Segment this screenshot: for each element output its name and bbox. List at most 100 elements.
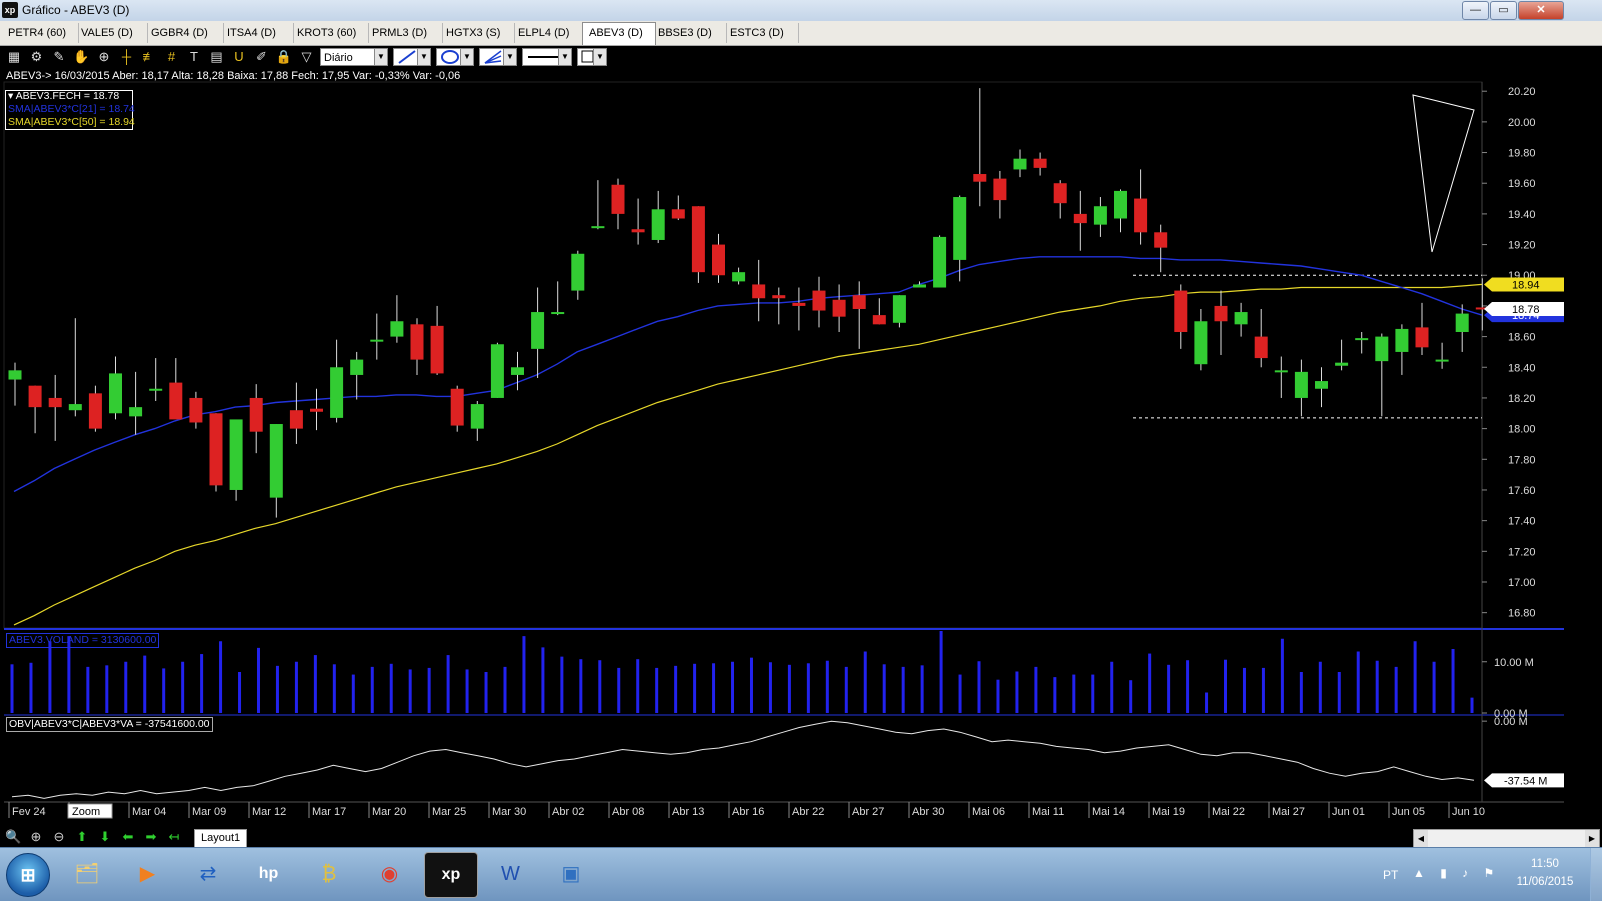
candle-body <box>169 382 183 420</box>
candle-body <box>310 408 323 412</box>
candle-body <box>289 410 303 429</box>
back-arrow-icon[interactable]: ↤ <box>166 829 182 845</box>
candle-body <box>1274 370 1288 373</box>
date-label: Abr 13 <box>672 806 704 818</box>
layout-tab[interactable]: Layout1 <box>194 829 248 848</box>
legend-bullet-icon: ▾ <box>8 90 14 102</box>
candle-body <box>1214 305 1228 322</box>
price-tick-label: 17.20 <box>1508 546 1536 558</box>
candle-body <box>88 393 102 429</box>
candle-body <box>149 388 163 391</box>
xp-icon[interactable]: xp <box>424 852 478 898</box>
candle-body <box>390 321 404 337</box>
candle-body <box>229 419 243 490</box>
start-button[interactable]: ⊞ <box>6 853 50 897</box>
candle-body <box>68 404 82 411</box>
candle-body <box>1154 232 1168 248</box>
down-arrow-icon[interactable]: ⬇ <box>97 829 113 845</box>
scroll-right-icon[interactable]: ▶ <box>1585 830 1599 847</box>
date-label: Mar 12 <box>252 806 286 818</box>
finance-icon[interactable]: ₿ <box>303 852 355 896</box>
price-tick-label: 17.40 <box>1508 516 1536 528</box>
price-tick-label: 20.20 <box>1508 86 1536 98</box>
zoom-out-icon[interactable]: ⊖ <box>51 829 67 845</box>
candle-body <box>1033 158 1047 168</box>
candle-body <box>470 404 484 429</box>
date-label: Abr 08 <box>612 806 644 818</box>
candle-body <box>1013 158 1027 170</box>
windows-taskbar: ⊞ PT ▲ ▮ ♪ ⚑ 11:50 11/06/2015 🗂 ▶ ⇄ hp ₿ ◉ xp W… <box>0 847 1602 901</box>
network-icon[interactable]: ⇄ <box>182 852 234 896</box>
show-desktop-button[interactable] <box>1590 848 1602 901</box>
candle-body <box>551 312 565 315</box>
legend-sma50: SMA|ABEV3*C[50] = 18.94 <box>8 116 135 128</box>
price-tick-label: 18.60 <box>1508 332 1536 344</box>
up-arrow-icon[interactable]: ⬆ <box>74 829 90 845</box>
obv-badge: -37.54 M <box>1504 775 1547 787</box>
price-tick-label: 16.80 <box>1508 608 1536 620</box>
candle-body <box>591 226 605 229</box>
date-label: Mar 20 <box>372 806 406 818</box>
price-tick-label: 17.00 <box>1508 577 1536 589</box>
candle-body <box>1415 327 1429 348</box>
scroll-left-icon[interactable]: ◀ <box>1414 830 1428 847</box>
candle-body <box>691 206 705 273</box>
candle-body <box>953 197 967 260</box>
candle-body <box>490 344 504 398</box>
candle-body <box>350 359 364 375</box>
candle-body <box>209 413 223 486</box>
chrome-icon[interactable]: ◉ <box>364 852 416 896</box>
chart-area[interactable]: 20.2020.0019.8019.6019.4019.2019.0018.80… <box>0 0 1602 900</box>
system-tray[interactable]: ▲ ▮ ♪ ⚑ <box>1413 866 1500 880</box>
candle-body <box>109 373 122 414</box>
obv-tick-label: 0.00 M <box>1494 716 1528 728</box>
candle-body <box>1254 336 1268 359</box>
media-player-icon[interactable]: ▶ <box>122 852 174 896</box>
price-tick-label: 18.00 <box>1508 424 1536 436</box>
price-tick-label: 18.20 <box>1508 393 1536 405</box>
candle-body <box>1234 312 1248 325</box>
left-arrow-icon[interactable]: ⬅ <box>120 829 136 845</box>
legend-sma21: SMA|ABEV3*C[21] = 18.74 <box>8 103 135 115</box>
candle-body <box>1355 338 1369 341</box>
candle-body <box>651 209 665 240</box>
candle-body <box>772 295 786 299</box>
zoom-icon[interactable]: 🔍 <box>5 829 21 845</box>
date-label: Mar 04 <box>132 806 166 818</box>
price-tick-label: 19.20 <box>1508 240 1536 252</box>
date-label: Mai 06 <box>972 806 1005 818</box>
word-icon[interactable]: W <box>485 852 537 896</box>
candle-body <box>28 385 42 408</box>
candle-body <box>450 388 464 426</box>
candle-body <box>933 236 947 288</box>
date-label: Mar 17 <box>312 806 346 818</box>
candle-body <box>129 407 143 417</box>
price-tick-label: 19.80 <box>1508 148 1536 160</box>
date-label: Mar 25 <box>432 806 466 818</box>
date-label: Abr 27 <box>852 806 884 818</box>
candle-body <box>1194 321 1208 365</box>
candle-body <box>1395 328 1409 352</box>
triangle-annotation <box>1412 94 1475 253</box>
horizontal-scrollbar[interactable]: ◀ ▶ <box>1413 829 1600 848</box>
candle-body <box>1315 381 1328 389</box>
hp-icon[interactable]: hp <box>243 852 295 896</box>
zoom-in-icon[interactable]: ⊕ <box>28 829 44 845</box>
date-label: Jun 05 <box>1392 806 1425 818</box>
system-clock[interactable]: 11:50 11/06/2015 <box>1510 855 1580 891</box>
candle-body <box>812 290 826 311</box>
volume-tick-label: 10.00 M <box>1494 657 1534 669</box>
candle-body <box>671 209 685 219</box>
legend-close: ▾ ABEV3.FECH = 18.78 <box>6 90 121 103</box>
candle-body <box>571 253 585 291</box>
image-viewer-icon[interactable]: ▣ <box>545 852 597 896</box>
candle-body <box>611 184 625 214</box>
candle-body <box>712 244 725 276</box>
date-label: Mai 19 <box>1152 806 1185 818</box>
right-arrow-icon[interactable]: ➡ <box>143 829 159 845</box>
candle-body <box>913 284 926 288</box>
candle-body <box>410 324 424 360</box>
explorer-icon[interactable]: 🗂 <box>61 852 113 896</box>
language-indicator[interactable]: PT <box>1383 868 1398 882</box>
candle-body <box>511 367 524 375</box>
